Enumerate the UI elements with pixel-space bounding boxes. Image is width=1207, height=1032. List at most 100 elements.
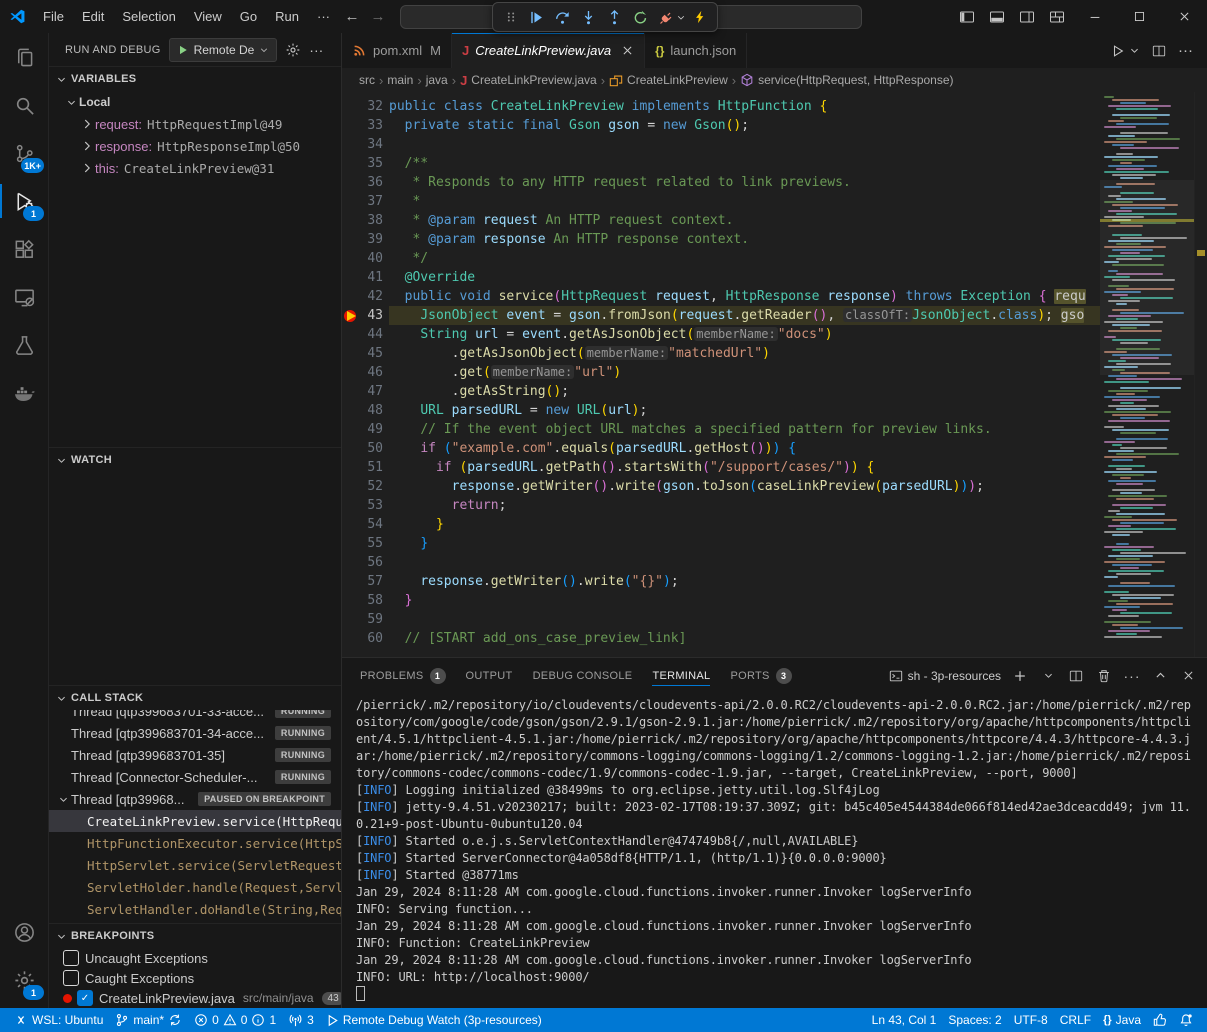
step-over-button[interactable] xyxy=(550,5,575,29)
code-line[interactable]: 42 public void service(HttpRequest reque… xyxy=(342,287,1100,306)
hot-code-replace-button[interactable] xyxy=(687,5,712,29)
minimap-slider[interactable] xyxy=(1100,180,1195,375)
code-line[interactable]: 57 response.getWriter().write("{}"); xyxy=(342,572,1100,591)
line-number[interactable]: 41 xyxy=(342,268,389,287)
menu-selection[interactable]: Selection xyxy=(113,0,184,33)
chevron-down-icon[interactable] xyxy=(1039,667,1057,685)
code-line[interactable]: 47 .getAsString(); xyxy=(342,382,1100,401)
terminal-output[interactable]: /pierrick/.m2/repository/io/cloudevents/… xyxy=(342,693,1207,1008)
panel-tab-debug-console[interactable]: DEBUG CONSOLE xyxy=(523,658,643,693)
status-feedback[interactable] xyxy=(1147,1008,1173,1032)
close-icon[interactable] xyxy=(621,44,634,57)
line-number[interactable]: 40 xyxy=(342,249,389,268)
status-language-mode[interactable]: {}Java xyxy=(1097,1008,1147,1032)
minimap[interactable] xyxy=(1100,92,1195,657)
menu-edit[interactable]: Edit xyxy=(73,0,113,33)
line-number[interactable]: 33 xyxy=(342,116,389,135)
code-line[interactable]: 51 if (parsedURL.getPath().startsWith("/… xyxy=(342,458,1100,477)
thread-row[interactable]: Thread [qtp399683701-34-acce...RUNNING xyxy=(49,722,341,744)
line-number[interactable]: 42 xyxy=(342,287,389,306)
thread-row[interactable]: Thread [qtp39968...PAUSED ON BREAKPOINT xyxy=(49,788,341,810)
line-number[interactable]: 48 xyxy=(342,401,389,420)
status-eol[interactable]: CRLF xyxy=(1054,1008,1097,1032)
line-number[interactable]: 56 xyxy=(342,553,389,572)
code-line[interactable]: 46 .get(memberName:"url") xyxy=(342,363,1100,382)
line-number[interactable]: 37 xyxy=(342,192,389,211)
variable-row-request[interactable]: request:HttpRequestImpl@49 xyxy=(49,113,341,135)
status-cursor-position[interactable]: Ln 43, Col 1 xyxy=(866,1008,943,1032)
split-editor-button[interactable] xyxy=(1152,44,1166,58)
variable-row-this[interactable]: this:CreateLinkPreview@31 xyxy=(49,157,341,179)
layout-custom-button[interactable] xyxy=(1042,0,1072,33)
line-number[interactable]: 36 xyxy=(342,173,389,192)
line-number[interactable]: 38 xyxy=(342,211,389,230)
code-line[interactable]: 60 // [START add_ons_case_preview_link] xyxy=(342,629,1100,648)
code-line[interactable]: 48 URL parsedURL = new URL(url); xyxy=(342,401,1100,420)
call-stack-header[interactable]: CALL STACK xyxy=(49,685,341,710)
tab-launch.json[interactable]: {}launch.json xyxy=(645,33,747,68)
breadcrumb-item[interactable]: service(HttpRequest, HttpResponse) xyxy=(740,73,953,87)
status-debug-session[interactable]: Remote Debug Watch (3p-resources) xyxy=(320,1008,548,1032)
code-line[interactable]: 56 xyxy=(342,553,1100,572)
tab-pom.xml[interactable]: pom.xmlM xyxy=(342,33,452,68)
stack-frame-row[interactable]: CreateLinkPreview.service(HttpReques xyxy=(49,810,341,832)
line-number[interactable]: 50 xyxy=(342,439,389,458)
plus-icon[interactable] xyxy=(1011,667,1029,685)
code-line[interactable]: 35 /** xyxy=(342,154,1100,173)
chevron-up-icon[interactable] xyxy=(1151,667,1169,685)
chevron-down-icon[interactable] xyxy=(676,12,686,23)
breadcrumb-item[interactable]: main xyxy=(387,73,413,87)
line-number[interactable]: 44 xyxy=(342,325,389,344)
code-line[interactable]: 52 response.getWriter().write(gson.toJso… xyxy=(342,477,1100,496)
status-notifications[interactable] xyxy=(1173,1008,1199,1032)
terminal-session-label[interactable]: sh - 3p-resources xyxy=(889,669,1001,683)
menu-overflow[interactable]: ··· xyxy=(308,0,339,33)
code-line[interactable]: 37 * xyxy=(342,192,1100,211)
variables-header[interactable]: VARIABLES xyxy=(49,66,341,91)
line-number[interactable]: 35 xyxy=(342,154,389,173)
status-problems-summary[interactable]: 001 xyxy=(188,1008,282,1032)
code-line[interactable]: 39 * @param response An HTTP response co… xyxy=(342,230,1100,249)
start-debug-icon[interactable] xyxy=(177,44,189,56)
tab-CreateLinkPreview.java[interactable]: JCreateLinkPreview.java xyxy=(452,33,645,68)
chevron-down-icon[interactable] xyxy=(1129,45,1140,56)
line-number[interactable]: 59 xyxy=(342,610,389,629)
stack-frame-row[interactable]: ServletHolder.handle(Request,Servlet xyxy=(49,876,341,898)
breakpoint-checkbox[interactable] xyxy=(63,950,79,966)
close-button[interactable] xyxy=(1162,0,1207,33)
activitybar-source-control[interactable]: 1K+ xyxy=(0,129,48,177)
run-java-button[interactable] xyxy=(1111,44,1125,58)
line-number[interactable]: 47 xyxy=(342,382,389,401)
line-number[interactable]: 52 xyxy=(342,477,389,496)
more-actions-icon[interactable]: ··· xyxy=(1123,667,1141,685)
code-line[interactable]: 33 private static final Gson gson = new … xyxy=(342,116,1100,135)
launch-config-dropdown[interactable]: Remote De xyxy=(169,38,278,62)
activitybar-explorer[interactable] xyxy=(0,33,48,81)
code-line[interactable]: 50 if ("example.com".equals(parsedURL.ge… xyxy=(342,439,1100,458)
code-line[interactable]: 43 JsonObject event = gson.fromJson(requ… xyxy=(342,306,1100,325)
stack-frame-row[interactable]: HttpFunctionExecutor.service(HttpSer xyxy=(49,832,341,854)
code-line[interactable]: 45 .getAsJsonObject(memberName:"matchedU… xyxy=(342,344,1100,363)
activitybar-run-and-debug[interactable]: 1 xyxy=(0,177,48,225)
drag-grip-button[interactable] xyxy=(498,5,523,29)
activitybar-docker[interactable] xyxy=(0,369,48,417)
code-editor[interactable]: 32public class CreateLinkPreview impleme… xyxy=(342,92,1207,657)
status-indentation[interactable]: Spaces: 2 xyxy=(942,1008,1007,1032)
breakpoint-row-1[interactable]: Caught Exceptions xyxy=(49,968,341,988)
code-line[interactable]: 38 * @param request An HTTP request cont… xyxy=(342,211,1100,230)
layout-panel-button[interactable] xyxy=(982,0,1012,33)
line-number[interactable]: 39 xyxy=(342,230,389,249)
status-encoding[interactable]: UTF-8 xyxy=(1008,1008,1054,1032)
activitybar-testing[interactable] xyxy=(0,321,48,369)
menu-view[interactable]: View xyxy=(185,0,231,33)
line-number[interactable]: 54 xyxy=(342,515,389,534)
activitybar-remote-explorer[interactable] xyxy=(0,273,48,321)
panel-tab-problems[interactable]: PROBLEMS1 xyxy=(350,658,456,693)
status-git-branch[interactable]: main* xyxy=(109,1008,188,1032)
stack-frame-row[interactable]: HttpServlet.service(ServletRequest,S xyxy=(49,854,341,876)
trash-icon[interactable] xyxy=(1095,667,1113,685)
thread-row[interactable]: Thread [qtp399683701-35]RUNNING xyxy=(49,744,341,766)
code-line[interactable]: 49 // If the event object URL matches a … xyxy=(342,420,1100,439)
breadcrumb-item[interactable]: src xyxy=(359,73,375,87)
panel-tab-output[interactable]: OUTPUT xyxy=(456,658,523,693)
